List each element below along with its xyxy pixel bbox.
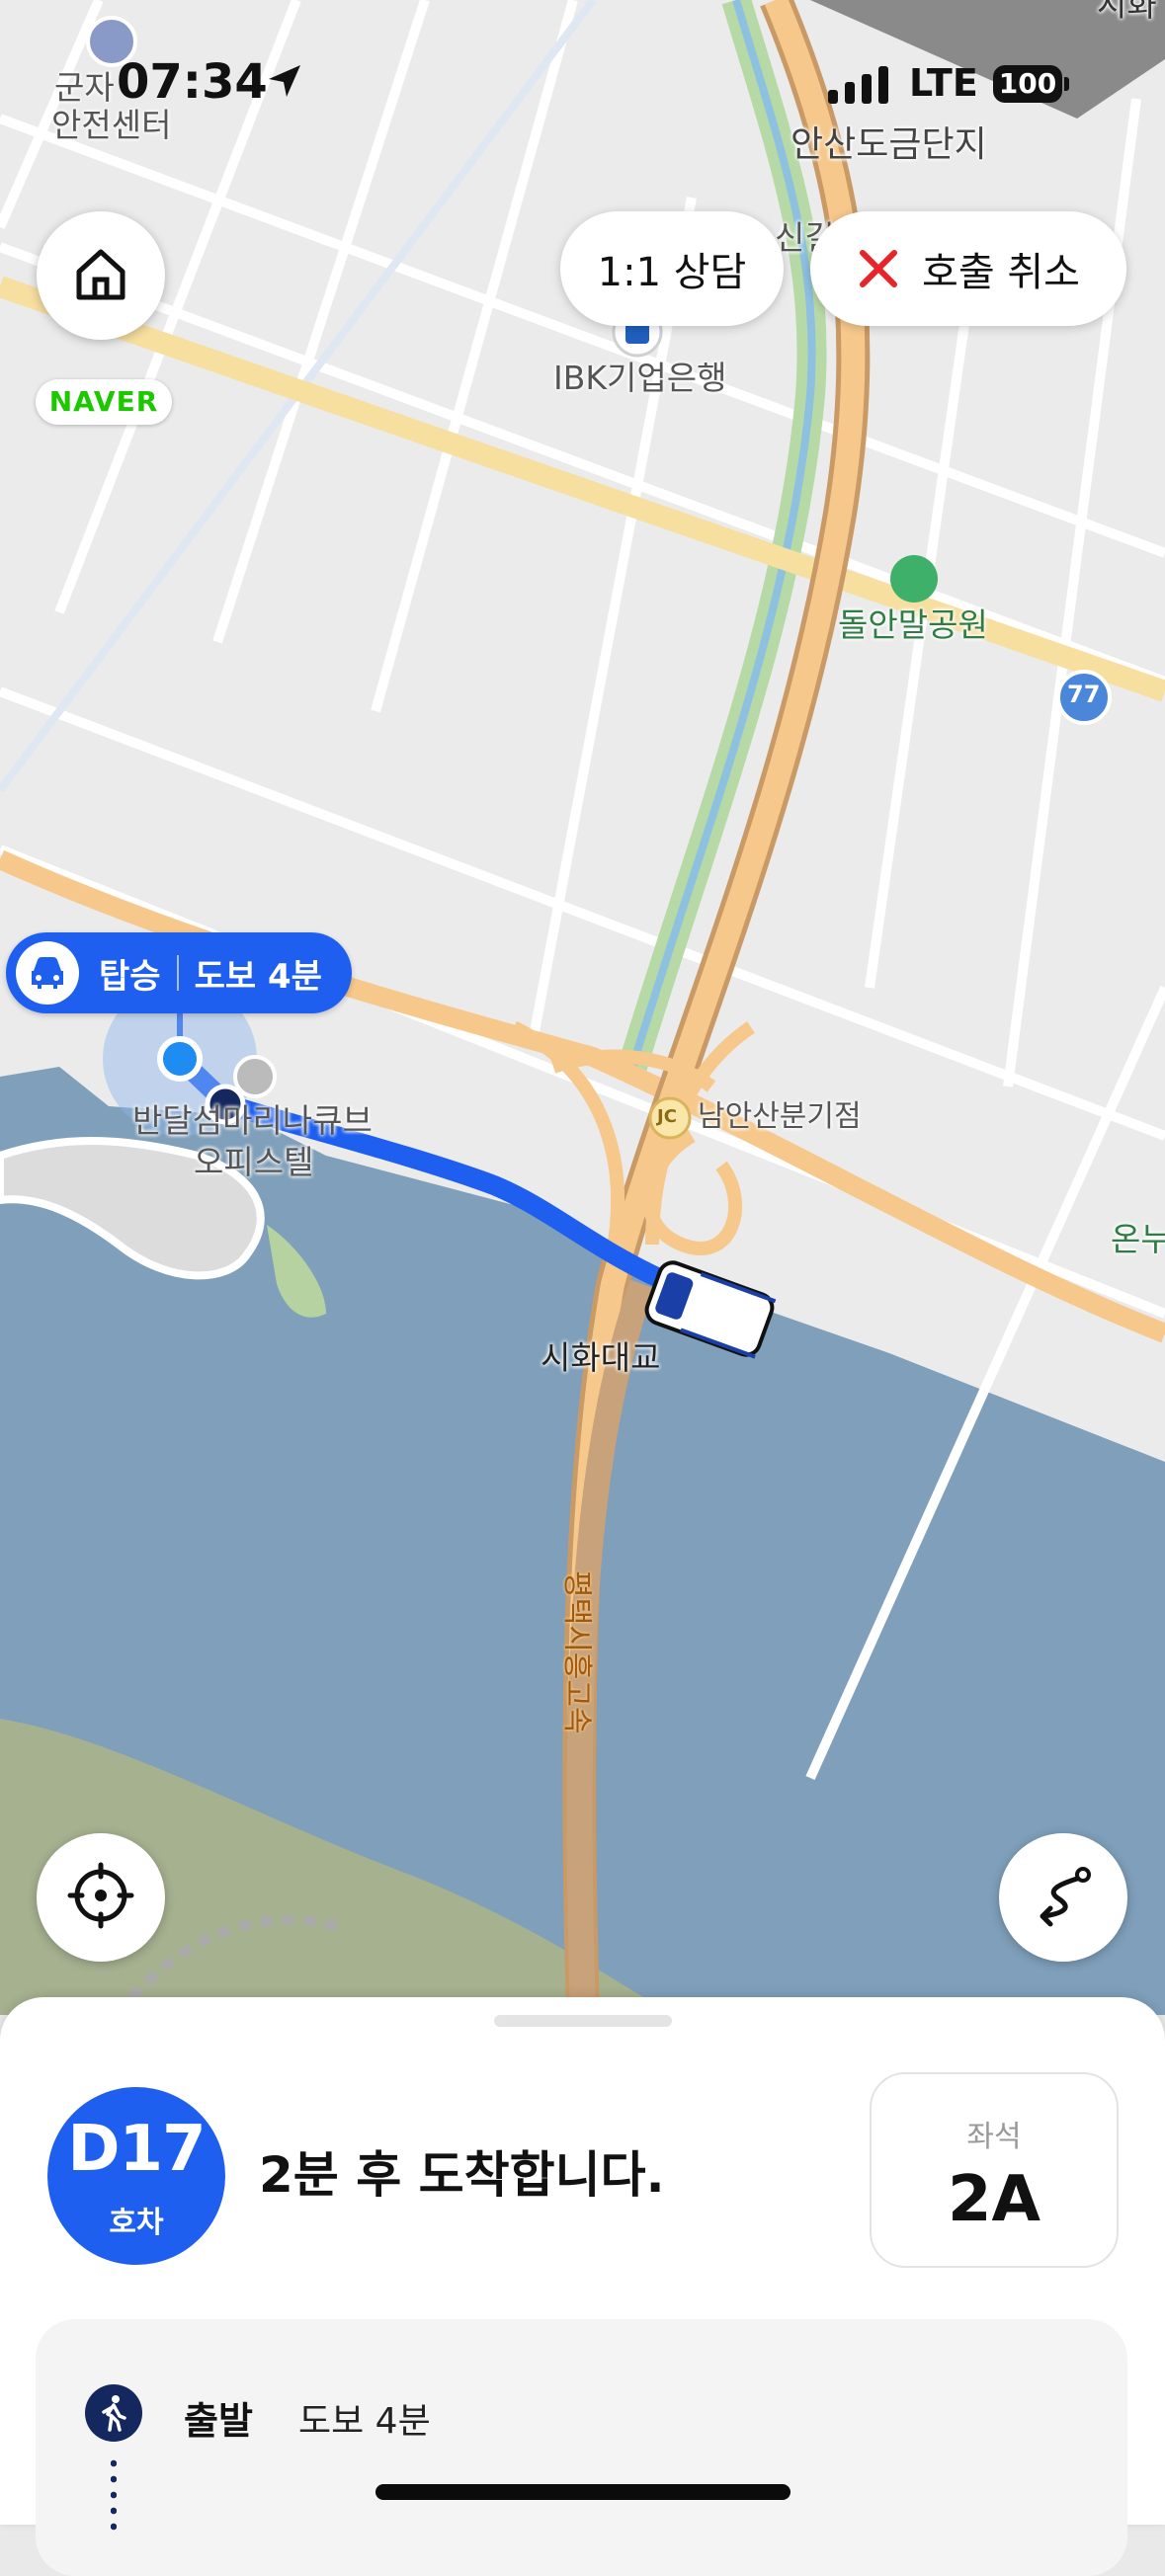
boarding-badge[interactable]: 탑승 도보 4분 bbox=[6, 932, 352, 1013]
signal-icon bbox=[828, 66, 893, 108]
map-label-expressway: 평택시흥고속 bbox=[559, 1570, 594, 1734]
map-label-bridge: 시화대교 bbox=[541, 1338, 661, 1377]
departure-label: 출발 bbox=[184, 2399, 253, 2443]
seat-value: 2A bbox=[947, 2163, 1041, 2236]
crosshair-icon bbox=[66, 1861, 135, 1934]
badge-divider bbox=[176, 955, 179, 991]
walking-person-icon bbox=[85, 2384, 142, 2442]
map-label-park: 돌안말공원 bbox=[838, 605, 988, 644]
boarding-label: 탑승 bbox=[99, 956, 161, 997]
my-location-button[interactable] bbox=[37, 1833, 165, 1962]
map-label-bank: IBK기업은행 bbox=[553, 359, 727, 397]
map-label-building-2: 오피스텔 bbox=[194, 1143, 314, 1181]
naver-logo: NAVER bbox=[36, 379, 172, 425]
route-dotted-line bbox=[111, 2455, 117, 2535]
status-time: 07:34 bbox=[117, 54, 268, 110]
map-label-junction: 남안산분기점 bbox=[698, 1099, 862, 1134]
seat-card: 좌석 2A bbox=[870, 2072, 1119, 2268]
car-number: D17 bbox=[67, 2113, 206, 2186]
home-indicator[interactable] bbox=[375, 2484, 791, 2500]
cancel-call-label: 호출 취소 bbox=[922, 250, 1080, 295]
map-label-right-edge: 온누 bbox=[1111, 1220, 1165, 1258]
route-card[interactable]: 출발 도보 4분 bbox=[36, 2319, 1127, 2576]
home-icon bbox=[71, 244, 130, 307]
map-label-complex: 안산도금단지 bbox=[791, 124, 987, 165]
cancel-call-button[interactable]: 호출 취소 bbox=[810, 211, 1126, 326]
home-button[interactable] bbox=[37, 211, 165, 340]
close-x-icon bbox=[857, 247, 900, 290]
car-number-badge: D17 호차 bbox=[47, 2087, 225, 2265]
map-label-top-right: 시화 bbox=[1097, 0, 1157, 24]
car-icon bbox=[16, 941, 79, 1005]
arrival-text: 2분 후 도착합니다. bbox=[259, 2146, 665, 2204]
sheet-grabber[interactable] bbox=[494, 2015, 672, 2027]
map-label-building: 반달섬마리나큐브 bbox=[132, 1101, 373, 1140]
route-view-button[interactable] bbox=[999, 1833, 1127, 1962]
boarding-walk-time: 도보 4분 bbox=[194, 956, 322, 997]
network-type: LTE bbox=[909, 61, 978, 105]
map-label-safety-center-2: 안전센터 bbox=[51, 106, 172, 144]
consult-button-label: 1:1 상담 bbox=[597, 250, 747, 295]
battery-indicator: 100 bbox=[993, 65, 1069, 103]
location-arrow-icon bbox=[265, 61, 304, 105]
seat-label: 좌석 bbox=[966, 2120, 1022, 2154]
departure-walk-time: 도보 4분 bbox=[298, 2401, 431, 2442]
junction-badge: JC bbox=[657, 1106, 677, 1127]
route-icon bbox=[1029, 1861, 1098, 1934]
map-label-safety-center: 군자 bbox=[54, 68, 115, 107]
car-unit: 호차 bbox=[109, 2206, 164, 2240]
consult-button[interactable]: 1:1 상담 bbox=[560, 211, 784, 326]
route-number-badge: 77 bbox=[1067, 681, 1101, 708]
ride-info-sheet[interactable]: D17 호차 2분 후 도착합니다. 좌석 2A 출발 도보 4분 bbox=[0, 1997, 1165, 2576]
